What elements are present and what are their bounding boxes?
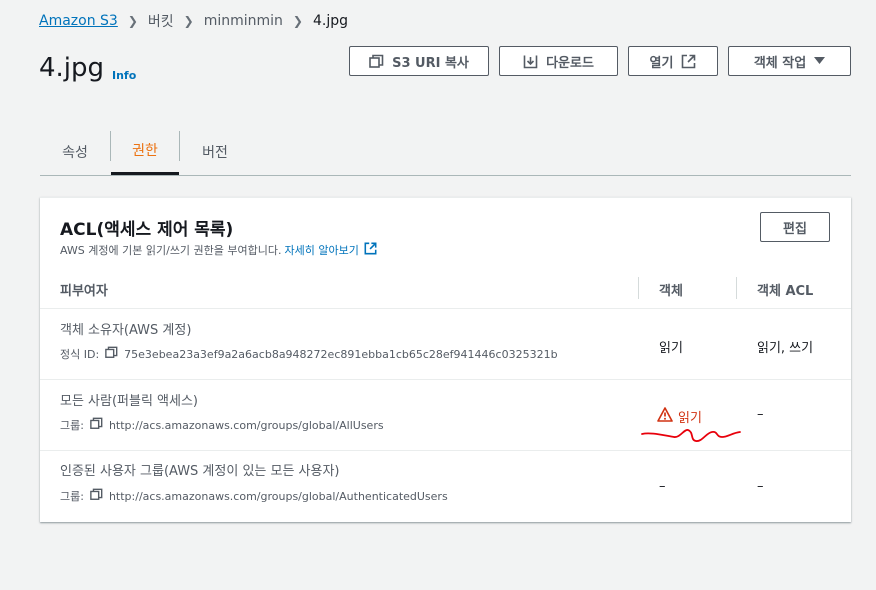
- object-permission: –: [659, 479, 666, 494]
- grantee-id-label: 정식 ID:: [60, 348, 100, 361]
- object-permission: 읽기: [678, 411, 702, 426]
- copy-icon[interactable]: [90, 417, 103, 433]
- chevron-right-icon: ❯: [183, 14, 194, 28]
- grantee-group: 그룹: http://acs.amazonaws.com/groups/glob…: [60, 417, 384, 433]
- learn-more-link[interactable]: 자세히 알아보기: [285, 242, 359, 258]
- row-divider: [40, 450, 851, 451]
- copy-icon: [369, 54, 384, 69]
- object-acl-permission: 읽기, 쓰기: [757, 341, 814, 356]
- page-title: 4.jpg: [39, 53, 105, 83]
- grantee-id-value: 75e3ebea23a3ef9a2a6acb8a948272ec891ebba1…: [124, 347, 558, 361]
- breadcrumb-bucket-name[interactable]: minminmin: [204, 13, 283, 29]
- external-link-icon: [681, 54, 696, 69]
- object-acl-permission: –: [757, 407, 764, 422]
- grantee-group-value: http://acs.amazonaws.com/groups/global/A…: [108, 489, 448, 503]
- breadcrumb-buckets[interactable]: 버킷: [148, 11, 174, 31]
- copy-s3-uri-label: S3 URI 복사: [392, 55, 469, 71]
- grantee-name: 인증된 사용자 그룹(AWS 계정이 있는 모든 사용자): [60, 464, 340, 479]
- grantee-group-label: 그룹:: [60, 490, 84, 503]
- tab-permissions[interactable]: 권한: [111, 128, 179, 175]
- warning-icon: [657, 407, 673, 426]
- chevron-right-icon: ❯: [127, 14, 138, 28]
- object-actions-dropdown[interactable]: 객체 작업: [728, 46, 851, 76]
- column-divider: [736, 277, 737, 299]
- acl-description-text: AWS 계정에 기본 읽기/쓰기 권한을 부여합니다.: [60, 244, 282, 257]
- column-header-grantee: 피부여자: [60, 284, 108, 299]
- copy-s3-uri-button[interactable]: S3 URI 복사: [349, 46, 489, 76]
- download-label: 다운로드: [546, 55, 594, 71]
- tab-properties[interactable]: 속성: [40, 128, 110, 175]
- acl-description: AWS 계정에 기본 읽기/쓰기 권한을 부여합니다. 자세히 알아보기: [60, 242, 377, 258]
- object-acl-permission: –: [757, 479, 764, 494]
- column-divider: [638, 277, 639, 299]
- column-header-object: 객체: [659, 284, 683, 299]
- grantee-group-label: 그룹:: [60, 419, 84, 432]
- grantee-group: 그룹: http://acs.amazonaws.com/groups/glob…: [60, 488, 448, 504]
- acl-title: ACL(액세스 제어 목록): [60, 220, 234, 240]
- breadcrumb-amazon-s3[interactable]: Amazon S3: [39, 13, 118, 29]
- row-divider: [40, 379, 851, 380]
- info-link[interactable]: Info: [112, 69, 136, 82]
- grantee-name: 모든 사람(퍼블릭 액세스): [60, 394, 199, 409]
- object-permission: 읽기: [659, 341, 683, 356]
- grantee-name: 객체 소유자(AWS 계정): [60, 323, 192, 338]
- caret-down-icon: [814, 57, 826, 65]
- grantee-id: 정식 ID: 75e3ebea23a3ef9a2a6acb8a948272ec8…: [60, 346, 558, 362]
- object-permission-warning: 읽기: [657, 407, 702, 426]
- tab-versions[interactable]: 버전: [180, 128, 250, 175]
- external-link-icon[interactable]: [364, 242, 377, 258]
- chevron-right-icon: ❯: [292, 14, 303, 28]
- breadcrumb: Amazon S3 ❯ 버킷 ❯ minminmin ❯ 4.jpg: [39, 11, 348, 31]
- download-button[interactable]: 다운로드: [499, 46, 618, 76]
- download-icon: [523, 54, 538, 69]
- open-label: 열기: [649, 55, 674, 71]
- row-divider: [40, 308, 851, 309]
- object-actions-label: 객체 작업: [753, 55, 807, 71]
- red-scribble-annotation: [641, 429, 741, 442]
- open-button[interactable]: 열기: [628, 46, 718, 76]
- copy-icon[interactable]: [105, 346, 118, 362]
- acl-panel: ACL(액세스 제어 목록) AWS 계정에 기본 읽기/쓰기 권한을 부여합니…: [40, 197, 851, 522]
- edit-button[interactable]: 편집: [760, 212, 830, 242]
- copy-icon[interactable]: [90, 488, 103, 504]
- tab-bar: 속성 권한 버전: [40, 128, 851, 176]
- breadcrumb-current-object: 4.jpg: [312, 13, 349, 29]
- column-header-object-acl: 객체 ACL: [757, 284, 814, 299]
- grantee-group-value: http://acs.amazonaws.com/groups/global/A…: [108, 418, 384, 432]
